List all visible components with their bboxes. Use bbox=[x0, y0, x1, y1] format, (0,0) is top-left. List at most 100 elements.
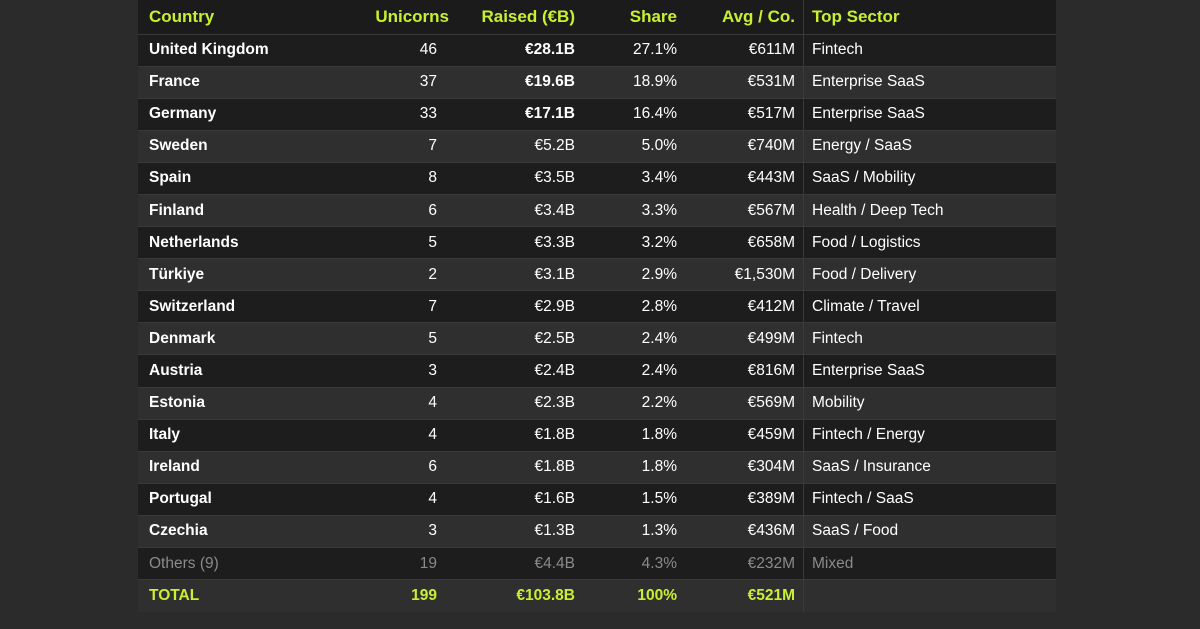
table-row: Italy 4 €1.8B 1.8% €459M Fintech / Energy bbox=[138, 418, 1056, 452]
table-row: Türkiye 2 €3.1B 2.9% €1,530M Food / Delivery bbox=[138, 258, 1056, 291]
table-row: Switzerland 7 €2.9B 2.8% €412M Climate / Trav… bbox=[138, 290, 1056, 323]
cell-country: France bbox=[138, 65, 341, 99]
cell-avg: €443M bbox=[685, 161, 804, 195]
cell-raised: €28.1B bbox=[457, 33, 583, 67]
table-header: Country Unicorns Raised (€B) Share Avg /… bbox=[138, 0, 1056, 34]
table-row: Spain 8 €3.5B 3.4% €443M SaaS / Mobility bbox=[138, 161, 1056, 195]
cell-unicorns: 5 bbox=[341, 226, 457, 259]
cell-unicorns: 199 bbox=[341, 579, 457, 612]
header-row: Country Unicorns Raised (€B) Share Avg /… bbox=[138, 0, 1056, 34]
cell-raised: €1.6B bbox=[457, 482, 583, 516]
cell-share: 2.9% bbox=[583, 258, 685, 291]
cell-sector: Fintech bbox=[803, 33, 1056, 67]
table-row: Ireland 6 €1.8B 1.8% €304M SaaS / Insurance bbox=[138, 450, 1056, 484]
cell-share: 3.4% bbox=[583, 161, 685, 195]
cell-raised: €3.5B bbox=[457, 161, 583, 195]
cell-raised: €1.8B bbox=[457, 418, 583, 452]
cell-avg: €499M bbox=[685, 322, 804, 355]
cell-sector: Enterprise SaaS bbox=[803, 354, 1056, 388]
cell-unicorns: 4 bbox=[341, 386, 457, 420]
cell-unicorns: 8 bbox=[341, 161, 457, 195]
cell-raised: €3.1B bbox=[457, 258, 583, 291]
cell-share: 2.4% bbox=[583, 354, 685, 388]
cell-sector: Fintech / SaaS bbox=[803, 482, 1056, 516]
cell-raised: €17.1B bbox=[457, 97, 583, 131]
cell-raised: €103.8B bbox=[457, 579, 583, 612]
table-row: United Kingdom 46 €28.1B 27.1% €611M Fintech bbox=[138, 33, 1056, 67]
cell-sector: Health / Deep Tech bbox=[803, 193, 1056, 227]
cell-country: Sweden bbox=[138, 129, 341, 163]
cell-avg: €658M bbox=[685, 226, 804, 259]
cell-sector: SaaS / Food bbox=[803, 514, 1056, 548]
cell-raised: €2.3B bbox=[457, 386, 583, 420]
cell-avg: €611M bbox=[685, 33, 804, 67]
cell-raised: €4.4B bbox=[457, 546, 583, 580]
cell-share: 1.8% bbox=[583, 450, 685, 484]
cell-country: Netherlands bbox=[138, 226, 341, 259]
cell-avg: €389M bbox=[685, 482, 804, 516]
cell-unicorns: 5 bbox=[341, 322, 457, 355]
cell-share: 3.3% bbox=[583, 193, 685, 227]
cell-country: Italy bbox=[138, 418, 341, 452]
cell-raised: €3.3B bbox=[457, 226, 583, 259]
total-row: TOTAL 199 €103.8B 100% €521M bbox=[138, 579, 1056, 612]
cell-sector bbox=[803, 579, 1056, 612]
cell-avg: €740M bbox=[685, 129, 804, 163]
cell-unicorns: 6 bbox=[341, 450, 457, 484]
unicorn-table: Country Unicorns Raised (€B) Share Avg /… bbox=[138, 0, 1056, 612]
cell-country: Portugal bbox=[138, 482, 341, 516]
cell-sector: Food / Logistics bbox=[803, 226, 1056, 259]
cell-avg: €531M bbox=[685, 65, 804, 99]
cell-country: Finland bbox=[138, 193, 341, 227]
cell-unicorns: 7 bbox=[341, 129, 457, 163]
cell-share: 2.2% bbox=[583, 386, 685, 420]
cell-sector: SaaS / Insurance bbox=[803, 450, 1056, 484]
cell-unicorns: 4 bbox=[341, 482, 457, 516]
cell-share: 1.8% bbox=[583, 418, 685, 452]
cell-raised: €2.4B bbox=[457, 354, 583, 388]
header-unicorns: Unicorns bbox=[375, 6, 449, 26]
cell-country: Germany bbox=[138, 97, 341, 131]
cell-share: 16.4% bbox=[583, 97, 685, 131]
cell-unicorns: 3 bbox=[341, 354, 457, 388]
table-row: Germany 33 €17.1B 16.4% €517M Enterprise SaaS bbox=[138, 97, 1056, 131]
cell-share: 2.4% bbox=[583, 322, 685, 355]
cell-country: Denmark bbox=[138, 322, 341, 355]
cell-share: 27.1% bbox=[583, 33, 685, 67]
cell-unicorns: 6 bbox=[341, 193, 457, 227]
table-row: France 37 €19.6B 18.9% €531M Enterprise SaaS bbox=[138, 65, 1056, 99]
table-row: Portugal 4 €1.6B 1.5% €389M Fintech / SaaS bbox=[138, 482, 1056, 516]
cell-sector: Fintech bbox=[803, 322, 1056, 355]
cell-avg: €304M bbox=[685, 450, 804, 484]
unicorn-table-container: Country Unicorns Raised (€B) Share Avg /… bbox=[138, 0, 1056, 612]
cell-sector: Enterprise SaaS bbox=[803, 65, 1056, 99]
cell-raised: €2.5B bbox=[457, 322, 583, 355]
cell-share: 3.2% bbox=[583, 226, 685, 259]
cell-unicorns: 46 bbox=[341, 33, 457, 67]
header-share: Share bbox=[629, 6, 677, 26]
cell-unicorns: 7 bbox=[341, 290, 457, 323]
table-body: United Kingdom 46 €28.1B 27.1% €611M Fintech F… bbox=[138, 33, 1056, 612]
cell-raised: €19.6B bbox=[457, 65, 583, 99]
cell-country: Spain bbox=[138, 161, 341, 195]
cell-raised: €5.2B bbox=[457, 129, 583, 163]
header-raised: Raised (€B) bbox=[481, 6, 575, 26]
cell-country: Austria bbox=[138, 354, 341, 388]
cell-country: TOTAL bbox=[138, 579, 341, 612]
cell-country: Türkiye bbox=[138, 258, 341, 291]
table-row: Sweden 7 €5.2B 5.0% €740M Energy / SaaS bbox=[138, 129, 1056, 163]
cell-raised: €3.4B bbox=[457, 193, 583, 227]
cell-avg: €816M bbox=[685, 354, 804, 388]
cell-avg: €232M bbox=[685, 546, 804, 580]
cell-share: 1.3% bbox=[583, 514, 685, 548]
cell-raised: €1.8B bbox=[457, 450, 583, 484]
table-row: Denmark 5 €2.5B 2.4% €499M Fintech bbox=[138, 322, 1056, 355]
header-country: Country bbox=[149, 6, 215, 26]
cell-raised: €2.9B bbox=[457, 290, 583, 323]
cell-country: Estonia bbox=[138, 386, 341, 420]
cell-country: Switzerland bbox=[138, 290, 341, 323]
cell-avg: €1,530M bbox=[685, 258, 804, 291]
cell-share: 100% bbox=[583, 579, 685, 612]
cell-share: 18.9% bbox=[583, 65, 685, 99]
table-row: Austria 3 €2.4B 2.4% €816M Enterprise SaaS bbox=[138, 354, 1056, 388]
